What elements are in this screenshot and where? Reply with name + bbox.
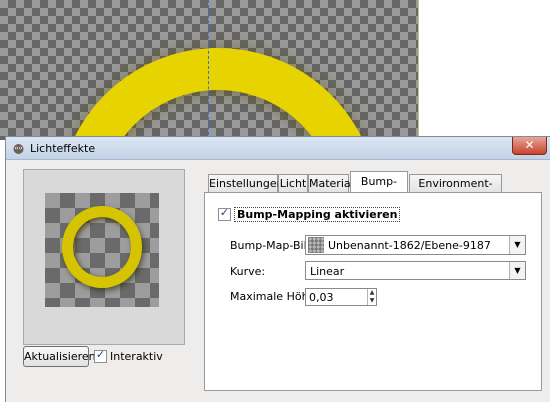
curve-value: Linear [310,265,345,278]
update-button[interactable]: Aktualisieren [23,346,96,367]
title-bar: Lichteffekte ✕ [6,137,550,160]
max-height-spinbox[interactable]: 0,03 ▲ ▼ [305,288,377,306]
interactive-toggle[interactable]: ✓ Interaktiv [94,347,163,363]
spin-down-icon[interactable]: ▼ [368,297,376,305]
curve-label: Kurve: [230,265,266,278]
max-height-value: 0,03 [309,291,334,304]
bump-map-panel: ✓ Bump-Mapping aktivieren Bump-Map-Bild: … [204,192,542,391]
tab-einstellungen[interactable]: Einstellungen [208,174,284,193]
spin-buttons[interactable]: ▲ ▼ [367,289,376,305]
tab-bump-map[interactable]: Bump-Map [350,171,408,208]
gimp-app-icon [13,144,24,154]
image-canvas [0,0,418,140]
interactive-checkbox[interactable]: ✓ [94,347,107,363]
bump-map-image-select[interactable]: Unbenannt-1862/Ebene-9187 ▼ [305,235,526,255]
close-icon: ✕ [524,138,535,152]
chevron-down-icon[interactable]: ▼ [509,262,525,279]
checkmark-icon: ✓ [95,347,106,361]
preview-area [23,169,185,345]
chevron-down-icon[interactable]: ▼ [509,236,525,254]
bump-mapping-checkbox[interactable]: ✓ [218,205,231,221]
canvas-ring-image [58,48,378,140]
canvas-right-area [418,0,550,140]
curve-select[interactable]: Linear ▼ [305,261,526,280]
spin-up-icon[interactable]: ▲ [368,289,376,297]
bump-mapping-label: Bump-Mapping aktivieren [234,206,401,222]
tab-environment-map[interactable]: Environment-Map [409,174,502,207]
checkmark-icon: ✓ [219,205,230,219]
close-button[interactable]: ✕ [512,137,547,155]
lighting-effects-dialog: Lichteffekte ✕ Aktualisieren ✓ Interaktiv… [5,136,550,402]
bump-map-image-value: Unbenannt-1862/Ebene-9187 [328,239,491,252]
dialog-title: Lichteffekte [30,142,96,155]
tab-material[interactable]: Material [308,174,354,193]
preview-image [45,193,159,307]
interactive-label: Interaktiv [110,349,163,363]
preview-ring [62,206,142,288]
vertical-guide-line [208,0,209,140]
layer-thumbnail [308,237,324,253]
bump-mapping-toggle[interactable]: ✓ Bump-Mapping aktivieren [218,205,401,222]
tab-licht[interactable]: Licht [278,174,308,193]
